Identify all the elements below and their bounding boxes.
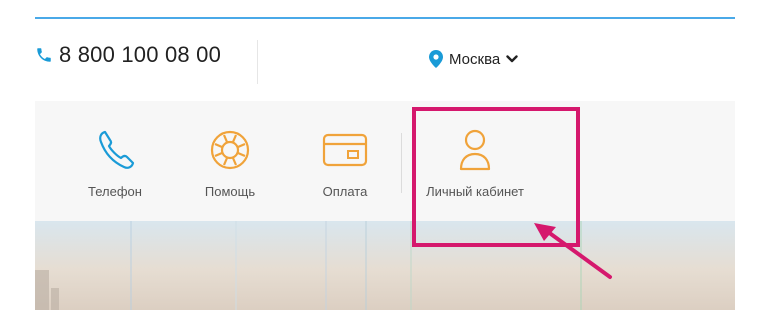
nav-icon-wrap: [95, 128, 135, 172]
nav-icon-wrap: [322, 128, 368, 172]
page: 8 800 100 08 00 Москва Телефон Помощь Оп…: [35, 0, 735, 310]
header-divider: [257, 40, 258, 84]
lifebuoy-icon: [210, 130, 250, 170]
nav-label: Оплата: [322, 184, 368, 199]
hero-banner: [35, 221, 735, 310]
service-nav: Телефон Помощь Оплата Личный кабинет: [35, 101, 735, 221]
nav-item-account[interactable]: Личный кабинет: [420, 101, 530, 221]
phone-link[interactable]: 8 800 100 08 00: [35, 42, 221, 68]
card-icon: [322, 133, 368, 167]
nav-icon-wrap: [208, 128, 252, 172]
nav-item-help[interactable]: Помощь: [190, 101, 270, 221]
chevron-down-icon: [506, 55, 518, 63]
nav-label: Телефон: [88, 184, 142, 199]
nav-item-payment[interactable]: Оплата: [305, 101, 385, 221]
city-selector[interactable]: Москва: [429, 50, 518, 68]
nav-label: Личный кабинет: [426, 184, 524, 199]
nav-separator: [401, 133, 402, 193]
location-pin-icon: [429, 50, 443, 68]
phone-number: 8 800 100 08 00: [59, 42, 222, 67]
nav-item-phone[interactable]: Телефон: [75, 101, 155, 221]
nav-label: Помощь: [204, 184, 256, 199]
phone-icon: [99, 130, 135, 169]
user-icon: [459, 129, 491, 171]
nav-icon-wrap: [457, 128, 493, 172]
phone-icon: [37, 48, 51, 62]
city-name: Москва: [449, 50, 501, 68]
